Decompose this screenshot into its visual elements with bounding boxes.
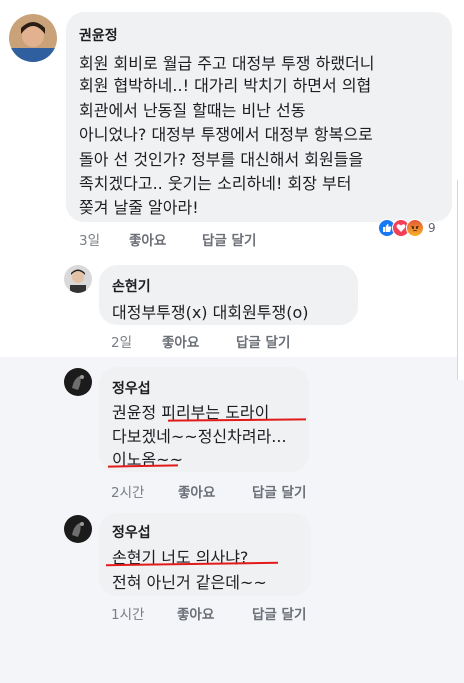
reply-button[interactable]: 답글 달기 [202,229,256,249]
comment-timestamp[interactable]: 2일 [111,331,132,351]
comment-text-line: 돌아 선 것인가? 정부를 대신해서 회원들을 [79,150,364,169]
avatar[interactable] [64,515,92,543]
comment-timestamp[interactable]: 3일 [79,229,100,249]
comment-text-line: 아니었나? 대정부 투쟁에서 대정부 항복으로 [79,125,373,144]
comment-text-line: 쫒겨 날줄 알아라! [79,198,199,217]
reaction-count: 9 [428,221,436,235]
reply-button[interactable]: 답글 달기 [252,603,306,623]
angry-icon [406,219,424,237]
comment-timestamp[interactable]: 2시간 [111,481,144,501]
comment-author[interactable]: 정우섭 [112,378,151,398]
comment-author[interactable]: 권윤정 [79,25,118,45]
scrollbar[interactable] [457,180,464,380]
comment-text-line: 족치겠다고.. 웃기는 소리하네! 회장 부터 [79,174,352,193]
avatar[interactable] [64,265,92,293]
comment-text-line: 다보겠네~~정신차려라... [112,427,287,446]
like-button[interactable]: 좋아요 [162,331,199,351]
comment-text-line: 전혀 아닌거 같은데~~ [112,573,267,592]
comment-text-line: 회원 협박하네..! 대가리 박치기 하면서 의협 [79,76,372,95]
reply-button[interactable]: 답글 달기 [236,331,290,351]
avatar[interactable] [64,368,92,396]
comment-author[interactable]: 정우섭 [112,522,151,542]
comment-text-line: 대정부투쟁(x) 대회원투쟁(o) [112,303,309,322]
comment-text-line: 회관에서 난동질 할때는 비난 선동 [79,101,306,120]
like-button[interactable]: 좋아요 [129,229,166,249]
like-button[interactable]: 좋아요 [177,603,214,623]
avatar[interactable] [9,14,57,62]
comment-timestamp[interactable]: 1시간 [111,603,144,623]
like-button[interactable]: 좋아요 [178,481,215,501]
comment-author[interactable]: 손현기 [112,276,151,296]
reply-button[interactable]: 답글 달기 [252,481,306,501]
comment-text-line: 회원 회비로 월급 주고 대정부 투쟁 하랬더니 [79,54,375,73]
reaction-summary[interactable]: 9 [378,219,436,237]
